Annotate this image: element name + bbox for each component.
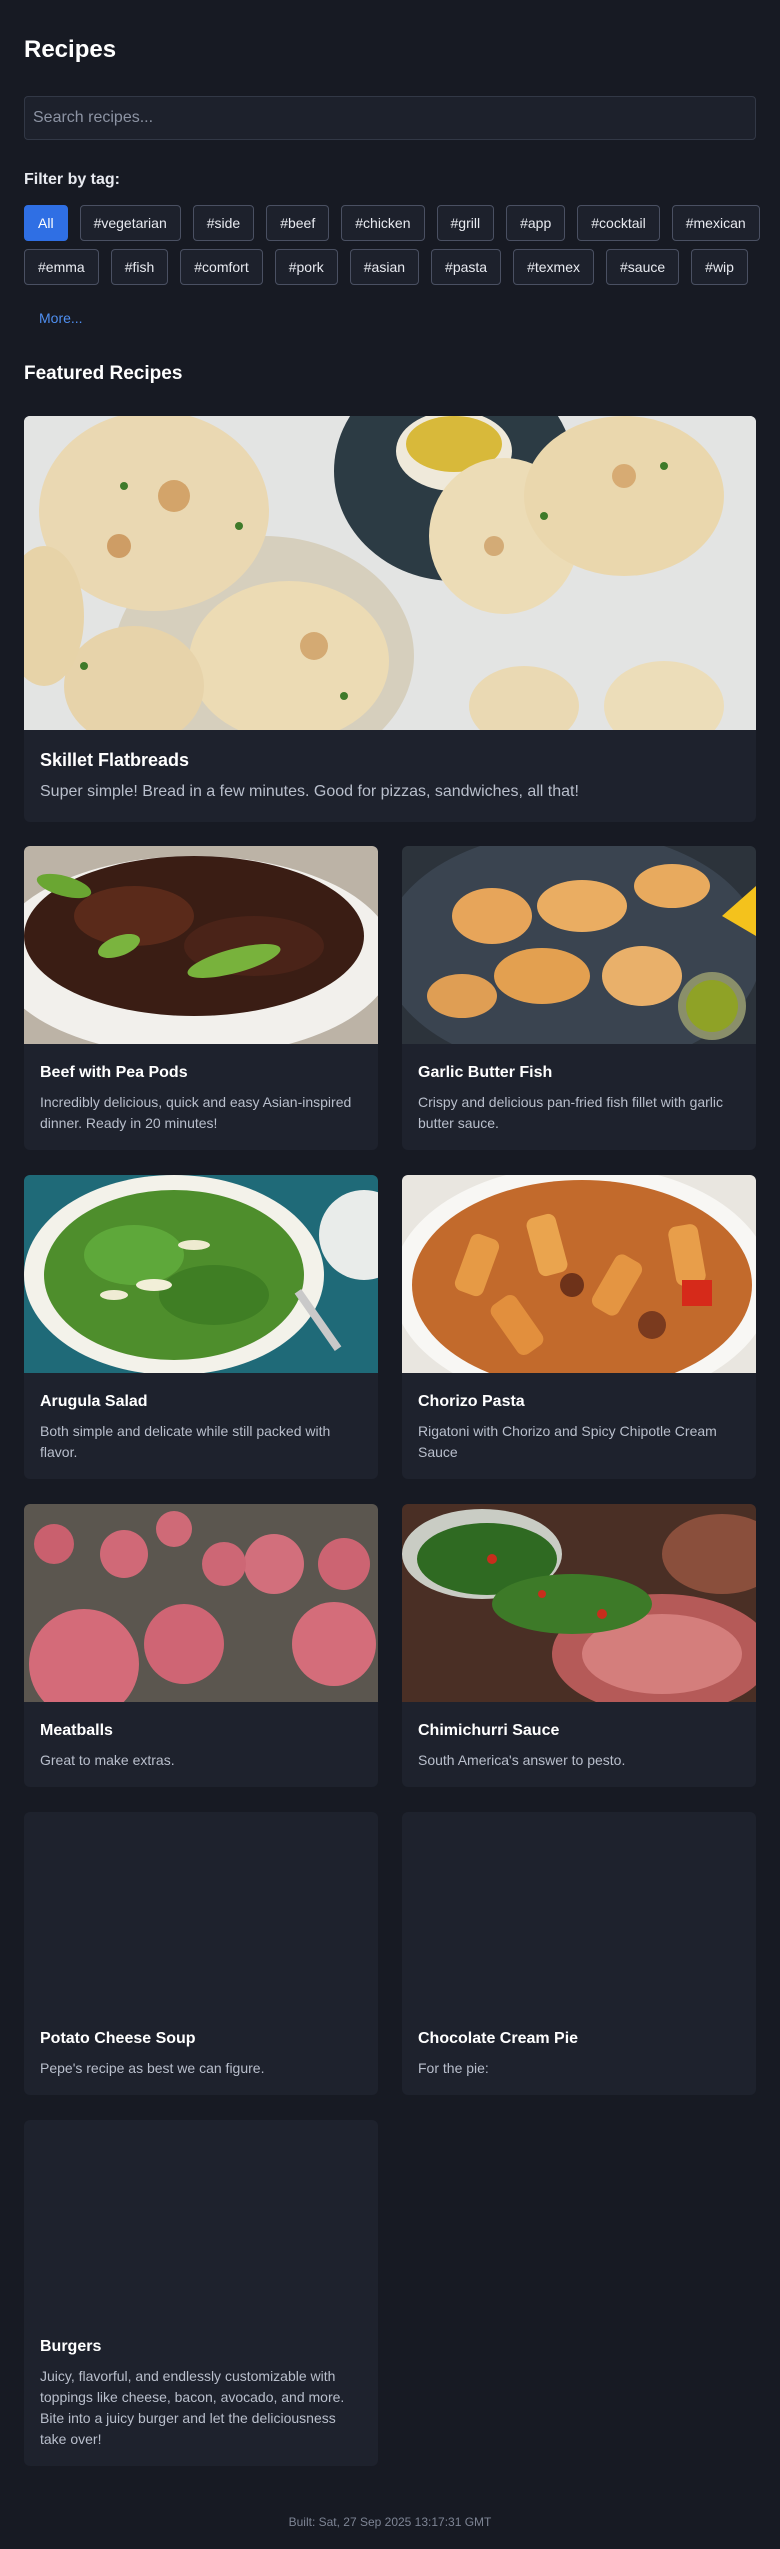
tag-button-pasta[interactable]: #pasta — [431, 249, 502, 285]
tag-button-beef[interactable]: #beef — [266, 205, 330, 241]
recipe-description: Pepe's recipe as best we can figure. — [40, 2060, 265, 2076]
tag-button-side[interactable]: #side — [192, 205, 255, 241]
more-tags-link[interactable]: More... — [39, 310, 83, 328]
recipe-description: Juicy, flavorful, and endlessly customiz… — [40, 2368, 345, 2447]
featured-heading: Featured Recipes — [24, 363, 183, 384]
recipe-card[interactable]: Burgers Juicy, flavorful, and endlessly … — [24, 2120, 378, 2466]
recipe-description: Both simple and delicate while still pac… — [40, 1423, 331, 1460]
tag-button-pork[interactable]: #pork — [274, 249, 338, 285]
flatbreads-image — [24, 416, 756, 730]
recipe-description: Incredibly delicious, quick and easy Asi… — [40, 1094, 352, 1131]
recipe-description: Rigatoni with Chorizo and Spicy Chipotle… — [418, 1423, 717, 1460]
recipe-card[interactable]: Potato Cheese Soup Pepe's recipe as best… — [24, 1812, 378, 2095]
tag-button-fish[interactable]: #fish — [110, 249, 169, 285]
recipe-card[interactable]: Meatballs Great to make extras. — [24, 1504, 378, 1787]
recipe-description: Great to make extras. — [40, 1752, 175, 1768]
chimichurri-sauce-image — [402, 1504, 756, 1702]
chorizo-pasta-image — [402, 1175, 756, 1373]
featured-recipe-card[interactable]: Skillet Flatbreads Super simple! Bread i… — [24, 416, 756, 822]
recipe-title: Chimichurri Sauce — [418, 1722, 560, 1739]
image-placeholder — [24, 2120, 378, 2318]
recipe-card[interactable]: Chocolate Cream Pie For the pie: — [402, 1812, 756, 2095]
tag-button-wip[interactable]: #wip — [691, 249, 748, 285]
featured-recipe-title: Skillet Flatbreads — [40, 750, 190, 770]
recipe-card[interactable]: Arugula Salad Both simple and delicate w… — [24, 1175, 378, 1479]
recipe-card[interactable]: Beef with Pea Pods Incredibly delicious,… — [24, 846, 378, 1150]
tag-button-comfort[interactable]: #comfort — [180, 249, 263, 285]
tag-button-sauce[interactable]: #sauce — [606, 249, 680, 285]
featured-recipe-description: Super simple! Bread in a few minutes. Go… — [40, 783, 579, 800]
tag-button-texmex[interactable]: #texmex — [513, 249, 594, 285]
recipe-title: Chorizo Pasta — [418, 1393, 525, 1410]
tag-button-chicken[interactable]: #chicken — [341, 205, 425, 241]
recipe-card[interactable]: Chimichurri Sauce South America's answer… — [402, 1504, 756, 1787]
tag-all-button[interactable]: All — [24, 205, 68, 241]
image-placeholder — [402, 1812, 756, 2010]
tag-button-asian[interactable]: #asian — [349, 249, 420, 285]
tag-button-vegetarian[interactable]: #vegetarian — [79, 205, 181, 241]
recipe-title: Chocolate Cream Pie — [418, 2030, 579, 2047]
recipe-title: Arugula Salad — [40, 1393, 148, 1410]
recipe-title: Beef with Pea Pods — [40, 1064, 188, 1081]
recipe-description: South America's answer to pesto. — [418, 1752, 626, 1768]
recipe-title: Burgers — [40, 2338, 102, 2355]
meatballs-image — [24, 1504, 378, 1702]
tag-button-emma[interactable]: #emma — [24, 249, 99, 285]
recipe-title: Meatballs — [40, 1722, 113, 1739]
build-timestamp: Built: Sat, 27 Sep 2025 13:17:31 GMT — [288, 2515, 492, 2529]
search-input[interactable] — [24, 96, 756, 140]
tag-button-cocktail[interactable]: #cocktail — [577, 205, 660, 241]
garlic-butter-fish-image — [402, 846, 756, 1044]
tag-button-mexican[interactable]: #mexican — [671, 205, 760, 241]
filter-label: Filter by tag: — [24, 171, 121, 188]
recipe-description: Crispy and delicious pan-fried fish fill… — [418, 1094, 724, 1131]
page-title: Recipes — [24, 36, 117, 63]
recipe-description: For the pie: — [418, 2060, 489, 2076]
tag-filter-list: All #vegetarian #side #beef #chicken #grill #a… — [24, 205, 764, 285]
image-placeholder — [24, 1812, 378, 2010]
tag-button-grill[interactable]: #grill — [436, 205, 495, 241]
arugula-salad-image — [24, 1175, 378, 1373]
recipe-title: Potato Cheese Soup — [40, 2030, 196, 2047]
recipe-title: Garlic Butter Fish — [418, 1064, 553, 1081]
recipe-card[interactable]: Garlic Butter Fish Crispy and delicious … — [402, 846, 756, 1150]
tag-button-app[interactable]: #app — [506, 205, 566, 241]
beef-pea-pods-image — [24, 846, 378, 1044]
recipe-card[interactable]: Chorizo Pasta Rigatoni with Chorizo and … — [402, 1175, 756, 1479]
